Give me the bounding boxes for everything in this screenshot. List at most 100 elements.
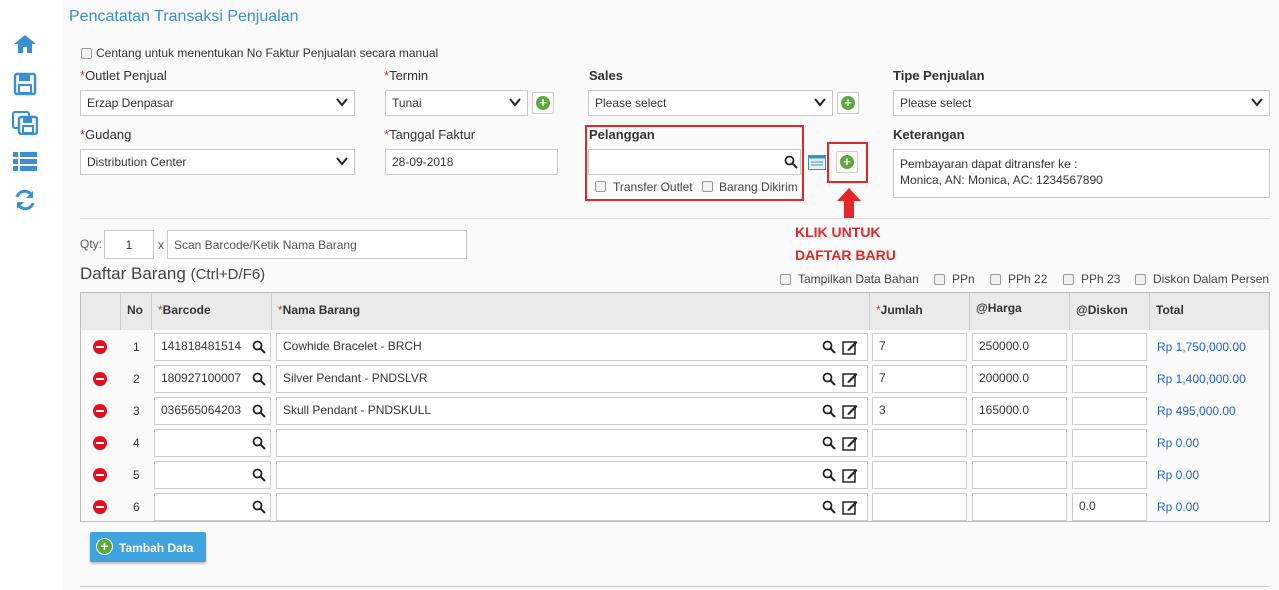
- search-icon[interactable]: [822, 372, 836, 386]
- diskon-input[interactable]: [1072, 333, 1147, 361]
- ppn-checkbox[interactable]: [934, 274, 945, 285]
- add-customer-button[interactable]: +: [836, 151, 858, 173]
- nama-barang-input[interactable]: [276, 493, 868, 521]
- row-number: 5: [133, 468, 140, 482]
- harga-input[interactable]: [972, 493, 1067, 521]
- harga-input[interactable]: 165000.0: [972, 397, 1067, 425]
- harga-input[interactable]: 200000.0: [972, 365, 1067, 393]
- nama-barang-input[interactable]: Skull Pendant - PNDSKULL: [276, 397, 868, 425]
- jumlah-input[interactable]: [872, 493, 967, 521]
- row-number: 3: [133, 404, 140, 418]
- plus-icon: +: [841, 96, 855, 110]
- search-icon[interactable]: [784, 155, 798, 169]
- search-icon[interactable]: [822, 500, 836, 514]
- discount-percent-checkbox[interactable]: [1135, 274, 1146, 285]
- diskon-input[interactable]: [1072, 365, 1147, 393]
- edit-icon[interactable]: [842, 371, 858, 387]
- page-title: Pencatatan Transaksi Penjualan: [69, 8, 299, 25]
- add-termin-button[interactable]: +: [532, 92, 554, 114]
- pph23-checkbox[interactable]: [1063, 274, 1074, 285]
- nama-barang-input[interactable]: Cowhide Bracelet - BRCH: [276, 333, 868, 361]
- tanggal-faktur-input[interactable]: 28-09-2018: [385, 149, 558, 175]
- jumlah-input[interactable]: [872, 429, 967, 457]
- search-icon[interactable]: [252, 436, 266, 450]
- jumlah-input[interactable]: 7: [872, 333, 967, 361]
- remove-row-icon[interactable]: [93, 468, 107, 482]
- pph22-checkbox[interactable]: [990, 274, 1001, 285]
- search-icon[interactable]: [252, 340, 266, 354]
- header-jumlah: *Jumlah: [870, 293, 970, 330]
- diskon-input[interactable]: [1072, 429, 1147, 457]
- harga-input[interactable]: [972, 429, 1067, 457]
- diskon-input[interactable]: 0.0: [1072, 493, 1147, 521]
- sales-select[interactable]: Please select: [588, 90, 833, 116]
- discount-percent-label: Diskon Dalam Persen: [1153, 272, 1270, 286]
- pelanggan-input[interactable]: [588, 149, 801, 175]
- harga-input[interactable]: [972, 461, 1067, 489]
- header-harga: @Harga: [970, 293, 1070, 330]
- edit-icon[interactable]: [842, 339, 858, 355]
- ppn-label: PPn: [952, 272, 975, 286]
- tipe-penjualan-select[interactable]: Please select: [893, 90, 1270, 116]
- save-icon[interactable]: [12, 72, 38, 96]
- termin-select[interactable]: Tunai: [385, 90, 528, 116]
- remove-row-icon[interactable]: [93, 372, 107, 386]
- header-barcode: *Barcode: [152, 293, 272, 330]
- scan-barcode-input[interactable]: Scan Barcode/Ketik Nama Barang: [167, 230, 467, 259]
- keterangan-label: Keterangan: [893, 127, 965, 142]
- manual-invoice-checkbox[interactable]: [81, 48, 92, 59]
- edit-icon[interactable]: [842, 499, 858, 515]
- outlet-select[interactable]: Erzap Denpasar: [80, 90, 355, 116]
- harga-input[interactable]: 250000.0: [972, 333, 1067, 361]
- search-icon[interactable]: [252, 372, 266, 386]
- chevron-down-icon: [336, 98, 348, 107]
- remove-row-icon[interactable]: [93, 340, 107, 354]
- add-sales-button[interactable]: +: [837, 92, 859, 114]
- remove-row-icon[interactable]: [93, 500, 107, 514]
- diskon-input[interactable]: [1072, 397, 1147, 425]
- table-row: 1 141818481514 Cowhide Bracelet - BRCH 7 250…: [81, 331, 1269, 363]
- keterangan-textarea[interactable]: Pembayaran dapat ditransfer ke : Monica, …: [893, 149, 1270, 198]
- keterangan-line-1: Pembayaran dapat ditransfer ke :: [900, 157, 1078, 171]
- jumlah-input[interactable]: 3: [872, 397, 967, 425]
- edit-icon[interactable]: [842, 435, 858, 451]
- customer-list-icon[interactable]: [808, 155, 826, 170]
- jumlah-input[interactable]: 7: [872, 365, 967, 393]
- table-row: 3 036565064203 Skull Pendant - PNDSKULL 3 16…: [81, 395, 1269, 427]
- plus-icon: +: [840, 155, 854, 169]
- search-icon[interactable]: [822, 436, 836, 450]
- remove-row-icon[interactable]: [93, 404, 107, 418]
- list-icon[interactable]: [12, 149, 38, 173]
- tipe-penjualan-label: Tipe Penjualan: [893, 68, 985, 83]
- nama-barang-input[interactable]: Silver Pendant - PNDSLVR: [276, 365, 868, 393]
- nama-barang-input[interactable]: [276, 429, 868, 457]
- search-icon[interactable]: [252, 468, 266, 482]
- keterangan-line-2: Monica, AN: Monica, AC: 1234567890: [900, 173, 1103, 187]
- search-icon[interactable]: [252, 404, 266, 418]
- row-total: Rp 0.00: [1157, 468, 1200, 482]
- remove-row-icon[interactable]: [93, 436, 107, 450]
- show-material-checkbox[interactable]: [780, 274, 791, 285]
- nama-barang-input[interactable]: [276, 461, 868, 489]
- qty-label: Qty:: [80, 237, 103, 251]
- qty-input[interactable]: 1: [104, 230, 154, 259]
- search-icon[interactable]: [252, 500, 266, 514]
- edit-icon[interactable]: [842, 467, 858, 483]
- gudang-select[interactable]: Distribution Center: [80, 149, 355, 175]
- jumlah-input[interactable]: [872, 461, 967, 489]
- edit-icon[interactable]: [842, 403, 858, 419]
- save-copy-icon[interactable]: [12, 111, 38, 135]
- search-icon[interactable]: [822, 468, 836, 482]
- transfer-outlet-checkbox[interactable]: [595, 181, 606, 192]
- add-row-button[interactable]: + Tambah Data: [90, 532, 206, 562]
- search-icon[interactable]: [822, 404, 836, 418]
- table-row: 4 Rp 0.00: [81, 427, 1269, 459]
- search-icon[interactable]: [822, 340, 836, 354]
- bottom-divider: [80, 586, 1270, 587]
- divider: [80, 218, 1270, 219]
- home-icon[interactable]: [12, 32, 38, 56]
- diskon-input[interactable]: [1072, 461, 1147, 489]
- barang-dikirim-checkbox[interactable]: [702, 181, 713, 192]
- refresh-icon[interactable]: [12, 188, 38, 212]
- row-total: Rp 495,000.00: [1157, 404, 1236, 418]
